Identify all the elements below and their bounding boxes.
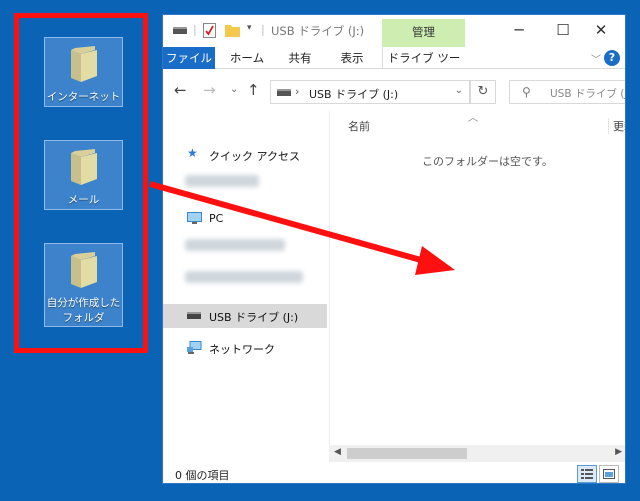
arrow-line xyxy=(149,181,429,265)
drag-arrow xyxy=(149,181,455,275)
arrow-head xyxy=(415,246,455,275)
